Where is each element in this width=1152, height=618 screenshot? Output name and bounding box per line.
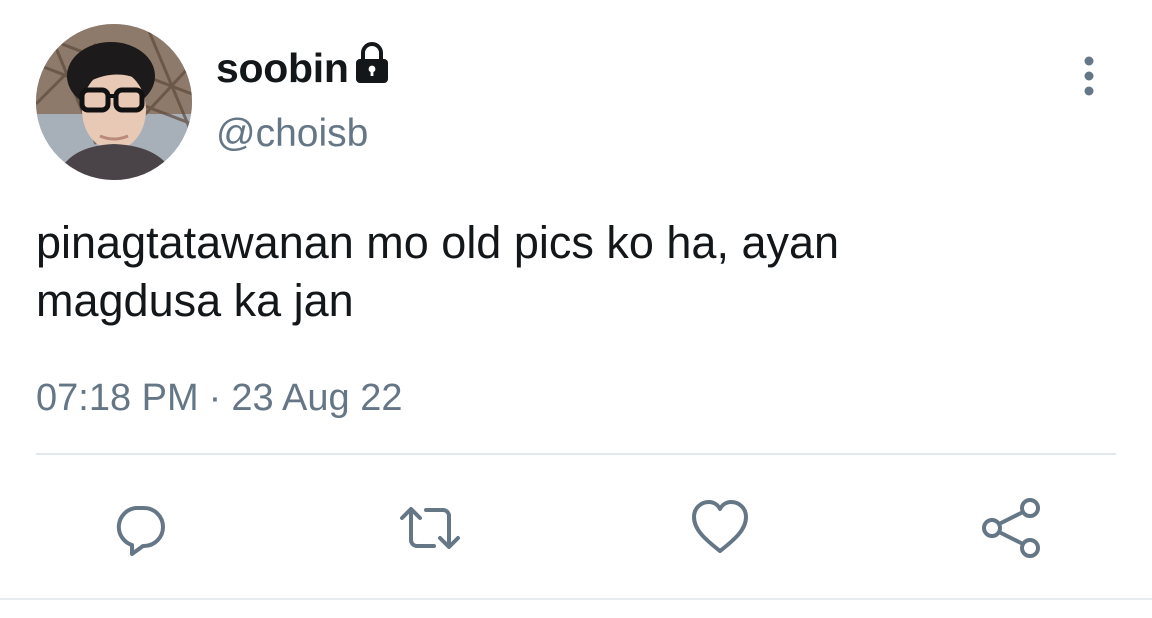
tweet-text: pinagtatawanan mo old pics ko ha, ayan ma… [36, 214, 1116, 330]
tweet-text-line-1: pinagtatawanan mo old pics ko ha, ayan [36, 217, 840, 268]
display-name[interactable]: soobin [216, 44, 349, 92]
user-handle[interactable]: @choisb [216, 110, 368, 158]
reply-icon [116, 506, 165, 556]
avatar[interactable] [36, 24, 192, 180]
share-button[interactable] [978, 496, 1042, 560]
tweet-card: soobin @choisb pinagtatawanan mo old pic… [0, 0, 1152, 618]
heart-icon [692, 500, 748, 553]
retweet-icon [400, 507, 460, 549]
tweet-time: 07:18 PM [36, 377, 199, 419]
avatar-photo [36, 24, 192, 180]
like-button[interactable] [688, 496, 752, 560]
lock-icon [356, 42, 388, 83]
bottom-divider [0, 598, 1152, 600]
tweet-text-line-2: magdusa ka jan [36, 275, 354, 326]
share-icon [982, 498, 1040, 558]
timestamp[interactable]: 07:18 PM · 23 Aug 22 [36, 374, 402, 422]
more-vertical-icon[interactable] [1074, 52, 1104, 102]
timestamp-separator: · [208, 377, 222, 419]
tweet-date: 23 Aug 22 [231, 377, 403, 419]
retweet-button[interactable] [398, 496, 462, 560]
reply-button[interactable] [108, 496, 172, 560]
divider [36, 453, 1116, 455]
